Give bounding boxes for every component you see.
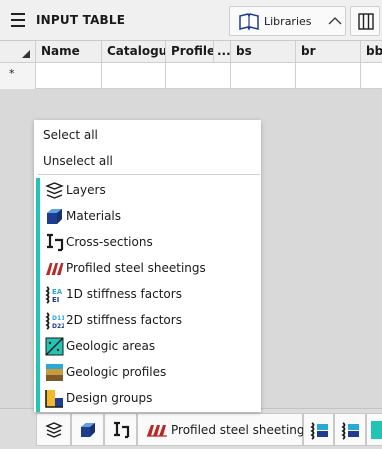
menu-item-geologic-profiles[interactable]: Geologic profiles	[34, 359, 261, 385]
tab-materials[interactable]	[71, 413, 104, 446]
menu-item-profiled-steel-sheetings[interactable]: Profiled steel sheetings	[34, 255, 261, 281]
cross-section-icon	[113, 421, 129, 438]
menu-item-label: Profiled steel sheetings	[66, 261, 206, 275]
menu-item-design-groups[interactable]: Design groups	[34, 385, 261, 411]
geologic-profile-icon	[46, 364, 63, 381]
unselect-all-menu-item[interactable]: Unselect all	[34, 148, 261, 174]
table-header: Name Catalogue Profile ... bs br bb	[0, 41, 382, 63]
select-all-label: Select all	[43, 128, 98, 142]
columns-icon	[358, 13, 374, 30]
layer-visibility-menu: Select all Unselect all Layers Materials…	[34, 120, 261, 412]
sheeting-icon	[147, 425, 167, 437]
column-header-bb[interactable]: bb	[361, 41, 382, 63]
cell-bb[interactable]	[361, 63, 382, 89]
tab-1d-stiffness[interactable]	[303, 413, 334, 446]
libraries-button[interactable]: Libraries	[229, 6, 346, 36]
column-header-profile[interactable]: Profile	[166, 41, 214, 63]
tab-geologic-areas[interactable]	[366, 413, 382, 446]
tab-layers[interactable]	[36, 413, 71, 446]
menu-item-layers[interactable]: Layers	[34, 177, 261, 203]
page-title: INPUT TABLE	[36, 13, 126, 27]
libraries-label: Libraries	[264, 15, 312, 28]
tab-2d-stiffness[interactable]	[334, 413, 366, 446]
cell-name[interactable]	[36, 63, 102, 89]
sheeting-icon	[46, 263, 64, 275]
svg-text:EA: EA	[52, 288, 63, 296]
menu-item-2d-stiffness-factors[interactable]: D11 D22 2D stiffness factors	[34, 307, 261, 333]
chevron-up-icon	[328, 17, 342, 25]
tab-cross-sections[interactable]	[104, 413, 137, 446]
layers-icon	[44, 421, 63, 438]
new-row-marker: *	[9, 67, 15, 80]
select-all-corner-icon	[22, 50, 30, 58]
materials-icon	[47, 209, 62, 224]
geologic-area-icon	[45, 337, 64, 356]
column-header-more[interactable]: ...	[214, 41, 231, 63]
geologic-area-icon	[371, 421, 382, 439]
tab-profiled-steel-sheetings[interactable]: Profiled steel sheetings	[137, 413, 311, 446]
cell-catalogue[interactable]	[102, 63, 166, 89]
menu-item-label: Geologic profiles	[66, 365, 167, 379]
book-icon	[239, 13, 259, 31]
cell-profile[interactable]	[166, 63, 231, 89]
menu-item-label: 2D stiffness factors	[66, 313, 182, 327]
column-header-bs[interactable]: bs	[231, 41, 296, 63]
menu-item-label: Design groups	[66, 391, 153, 405]
menu-item-label: Cross-sections	[66, 235, 153, 249]
menu-item-cross-sections[interactable]: Cross-sections	[34, 229, 261, 255]
select-all-menu-item[interactable]: Select all	[34, 122, 261, 148]
bottom-toolbar: Profiled steel sheetings	[0, 408, 382, 449]
menu-item-label: Geologic areas	[66, 339, 156, 353]
top-bar: INPUT TABLE Libraries	[0, 0, 382, 41]
menu-item-materials[interactable]: Materials	[34, 203, 261, 229]
columns-button[interactable]	[350, 6, 380, 36]
svg-text:D22: D22	[52, 323, 64, 330]
stiffness-2d-icon	[341, 421, 359, 440]
menu-item-label: Materials	[66, 209, 122, 223]
stiffness-1d-icon: EA EI	[45, 286, 63, 304]
column-header-br[interactable]: br	[296, 41, 361, 63]
column-header-catalogue[interactable]: Catalogue	[102, 41, 166, 63]
column-header-name[interactable]: Name	[36, 41, 102, 63]
menu-icon[interactable]	[11, 13, 25, 27]
design-groups-icon	[45, 390, 63, 408]
svg-text:D11: D11	[52, 315, 64, 322]
cell-br[interactable]	[296, 63, 361, 89]
row-header[interactable]: *	[0, 63, 36, 89]
stiffness-2d-icon: D11 D22	[45, 312, 64, 330]
cross-section-icon	[47, 233, 64, 252]
materials-icon	[80, 422, 95, 437]
layers-icon	[45, 182, 64, 199]
menu-item-label: 1D stiffness factors	[66, 287, 182, 301]
menu-item-label: Layers	[66, 183, 106, 197]
cell-bs[interactable]	[231, 63, 296, 89]
stiffness-1d-icon	[309, 421, 328, 440]
tab-profiled-steel-sheetings-label: Profiled steel sheetings	[171, 423, 311, 437]
row-header-corner[interactable]	[0, 41, 36, 63]
menu-separator	[38, 174, 260, 175]
svg-text:EI: EI	[52, 296, 59, 304]
menu-item-geologic-areas[interactable]: Geologic areas	[34, 333, 261, 359]
menu-item-1d-stiffness-factors[interactable]: EA EI 1D stiffness factors	[34, 281, 261, 307]
unselect-all-label: Unselect all	[43, 154, 113, 168]
table-row[interactable]: *	[0, 63, 382, 89]
